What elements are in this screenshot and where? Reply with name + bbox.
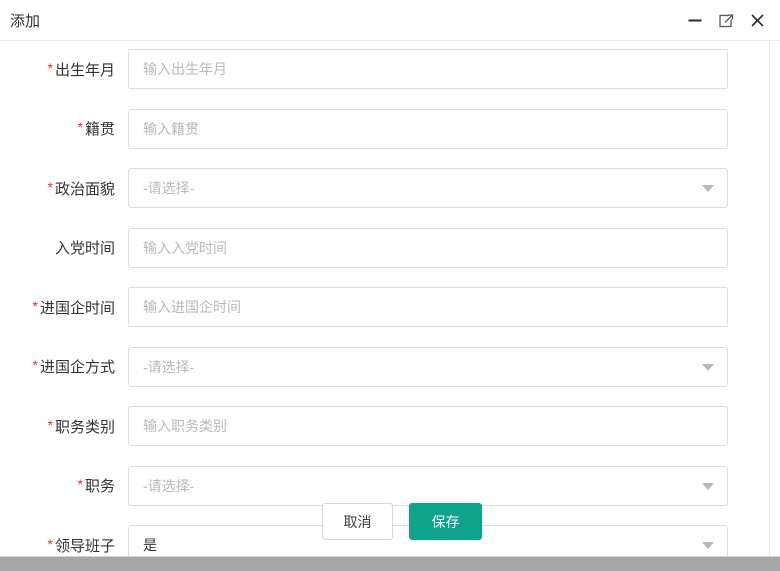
chevron-down-icon — [702, 185, 714, 192]
select-placeholder: -请选择- — [143, 180, 195, 196]
field-label: * 进国企时间 — [32, 297, 115, 317]
select-value: 是 — [143, 537, 157, 553]
field-label: * 政治面貌 — [47, 178, 115, 198]
horizontal-scrollbar[interactable] — [0, 556, 780, 571]
chevron-down-icon — [702, 363, 714, 371]
chevron-down-icon — [702, 542, 714, 549]
required-asterisk: * — [77, 476, 83, 492]
close-icon — [750, 13, 765, 28]
native-place-input[interactable] — [128, 108, 728, 149]
position-category-input[interactable] — [128, 406, 728, 446]
field-row-party-join-time: 入党时间 — [0, 227, 769, 268]
minimize-icon — [687, 12, 703, 28]
field-row-position: * 职务 -请选择- — [0, 465, 769, 506]
dialog-title: 添加 — [10, 12, 41, 30]
field-label: * 职务类别 — [47, 416, 115, 436]
field-label: * 籍贯 — [77, 119, 115, 138]
select-placeholder: -请选择- — [143, 477, 195, 494]
required-asterisk: * — [32, 357, 38, 373]
select-placeholder: -请选择- — [143, 358, 195, 375]
position-select[interactable]: -请选择- — [128, 465, 728, 506]
required-asterisk: * — [47, 535, 53, 552]
soe-entry-method-select[interactable]: -请选择- — [128, 346, 728, 387]
save-button[interactable]: 保存 — [409, 503, 482, 540]
required-asterisk: * — [47, 416, 53, 433]
field-row-soe-entry-method: * 进国企方式 -请选择- — [0, 346, 769, 387]
soe-entry-time-input[interactable] — [128, 287, 728, 327]
vertical-scrollbar-track — [769, 41, 770, 556]
required-asterisk: * — [77, 119, 83, 135]
maximize-icon — [718, 12, 735, 29]
birth-date-input[interactable] — [128, 49, 728, 89]
field-label: * 职务 — [77, 476, 115, 495]
minimize-button[interactable] — [686, 11, 704, 29]
party-join-time-input[interactable] — [128, 227, 728, 268]
field-row-birth-date: * 出生年月 — [0, 49, 769, 89]
add-form: *出生年月 *籍贯 *政治面貌 -请选择- 入党时间 *进国企时间 *进国企方式… — [0, 41, 769, 556]
field-label: 入党时间 — [54, 240, 115, 257]
field-label: * 出生年月 — [47, 59, 115, 79]
close-button[interactable] — [748, 11, 766, 29]
maximize-button[interactable] — [717, 11, 735, 29]
field-label: * 进国企方式 — [32, 357, 115, 376]
field-row-political-status: * 政治面貌 -请选择- — [0, 168, 769, 208]
field-label: * 领导班子 — [47, 535, 115, 555]
field-row-soe-entry-time: * 进国企时间 — [0, 287, 769, 327]
chevron-down-icon — [702, 482, 714, 490]
required-asterisk: * — [47, 59, 53, 76]
field-row-native-place: * 籍贯 — [0, 108, 769, 149]
dialog-header: 添加 — [0, 0, 780, 41]
required-asterisk: * — [32, 297, 38, 314]
political-status-select[interactable]: -请选择- — [128, 168, 728, 208]
field-row-position-category: * 职务类别 — [0, 406, 769, 446]
window-controls — [686, 11, 766, 29]
required-asterisk: * — [47, 178, 53, 195]
cancel-button[interactable]: 取消 — [322, 503, 393, 540]
